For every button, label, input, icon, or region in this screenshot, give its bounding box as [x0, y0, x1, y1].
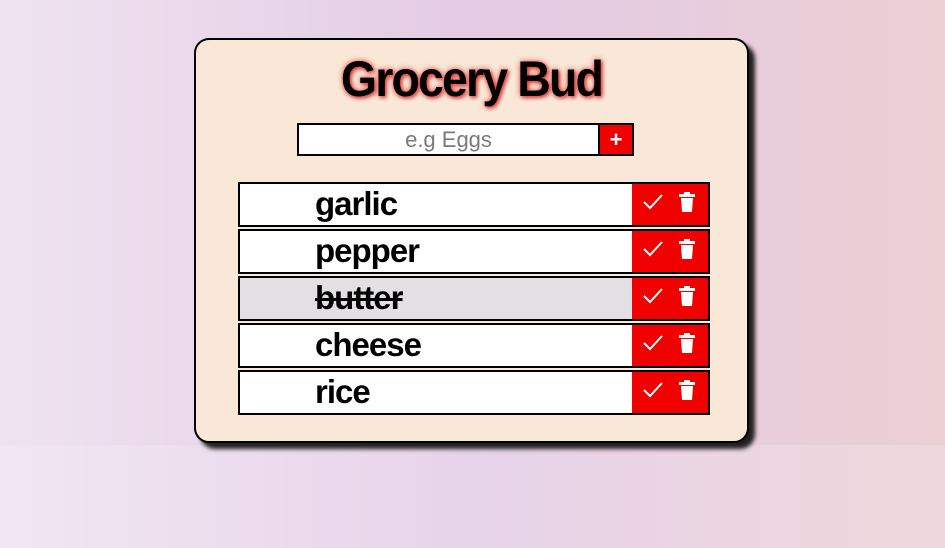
- check-icon[interactable]: [639, 188, 667, 216]
- trash-icon[interactable]: [673, 329, 701, 357]
- item-name: rice: [315, 373, 371, 410]
- item-name: butter: [315, 279, 404, 316]
- item-input[interactable]: [299, 125, 598, 154]
- item-actions: [632, 372, 708, 413]
- item-actions: [632, 231, 708, 272]
- page-background-band: [0, 445, 945, 548]
- list-item: pepper: [238, 229, 710, 274]
- item-name: garlic: [315, 185, 398, 222]
- add-item-form: +: [297, 123, 634, 156]
- grocery-card: Grocery Bud + garlic pepper: [194, 38, 749, 443]
- item-actions: [632, 184, 708, 225]
- item-actions: [632, 325, 708, 366]
- item-name: pepper: [315, 232, 420, 269]
- list-item: rice: [238, 370, 710, 415]
- check-icon[interactable]: [639, 329, 667, 357]
- list-item-done: butter: [238, 276, 710, 321]
- trash-icon[interactable]: [673, 235, 701, 263]
- trash-icon[interactable]: [673, 188, 701, 216]
- add-item-button[interactable]: +: [598, 125, 632, 154]
- trash-icon[interactable]: [673, 376, 701, 404]
- list-item: garlic: [238, 182, 710, 227]
- page-title: Grocery Bud: [340, 51, 604, 107]
- list-item: cheese: [238, 323, 710, 368]
- item-actions: [632, 278, 708, 319]
- check-icon[interactable]: [639, 235, 667, 263]
- check-icon[interactable]: [639, 376, 667, 404]
- item-name: cheese: [315, 326, 422, 363]
- grocery-list: garlic pepper butter cheese rice: [238, 182, 710, 417]
- check-icon[interactable]: [639, 282, 667, 310]
- trash-icon[interactable]: [673, 282, 701, 310]
